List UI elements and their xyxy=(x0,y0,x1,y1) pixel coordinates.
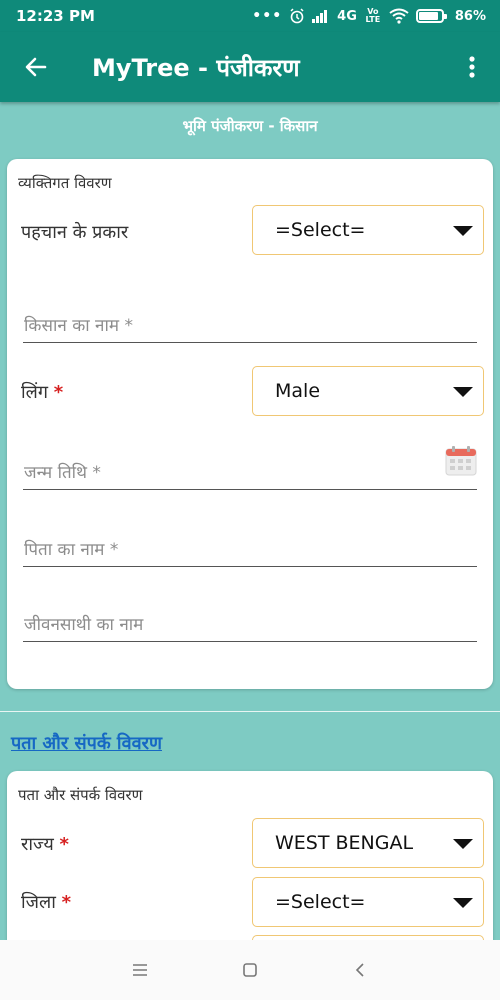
district-label: जिला * xyxy=(21,890,71,914)
back-button[interactable] xyxy=(0,32,72,102)
gender-label-text: लिंग xyxy=(21,382,48,403)
district-label-text: जिला xyxy=(21,892,56,913)
id-type-label: पहचान के प्रकार xyxy=(21,222,129,243)
calendar-icon[interactable] xyxy=(445,446,477,476)
caret-down-icon xyxy=(453,839,473,849)
section-divider xyxy=(0,711,500,712)
app-title: MyTree - पंजीकरण xyxy=(92,53,300,82)
battery-level: 86% xyxy=(454,8,486,24)
overflow-menu-button[interactable] xyxy=(444,32,500,102)
status-time: 12:23 PM xyxy=(16,7,95,25)
caret-down-icon xyxy=(453,387,473,397)
address-details-heading: पता और संपर्क विवरण xyxy=(18,786,143,804)
spouse-name-placeholder: जीवनसाथी का नाम xyxy=(24,615,144,635)
app-bar: MyTree - पंजीकरण xyxy=(0,32,500,102)
battery-icon xyxy=(415,9,447,23)
recents-button[interactable] xyxy=(125,955,155,985)
back-nav-button[interactable] xyxy=(345,955,375,985)
home-button[interactable] xyxy=(235,955,265,985)
arrow-left-icon xyxy=(25,57,47,77)
gender-select[interactable]: Male xyxy=(252,366,484,416)
farmer-name-placeholder: किसान का नाम * xyxy=(24,316,133,336)
signal-icon xyxy=(312,10,328,23)
caret-down-icon xyxy=(453,226,473,236)
status-bar: 12:23 PM ••• 4G Vo LTE 86% xyxy=(0,0,500,32)
father-name-placeholder: पिता का नाम * xyxy=(24,540,119,560)
menu-lines-icon xyxy=(133,964,147,976)
personal-details-card: व्यक्तिगत विवरण पहचान के प्रकार =Select=… xyxy=(7,159,493,689)
id-type-selected-value: =Select= xyxy=(275,219,366,241)
address-contact-link[interactable]: पता और संपर्क विवरण xyxy=(11,731,162,755)
required-marker: * xyxy=(61,892,72,913)
spouse-name-field[interactable]: जीवनसाथी का नाम xyxy=(23,602,477,642)
state-select[interactable]: WEST BENGAL xyxy=(252,818,484,868)
state-selected-value: WEST BENGAL xyxy=(275,832,414,854)
alarm-icon xyxy=(290,8,304,24)
more-vertical-icon xyxy=(469,56,475,78)
square-icon xyxy=(243,963,257,977)
chevron-left-icon xyxy=(355,963,364,977)
required-marker: * xyxy=(59,834,69,855)
required-marker: * xyxy=(53,382,64,403)
dob-field[interactable]: जन्म तिथि * xyxy=(23,446,477,490)
id-type-select[interactable]: =Select= xyxy=(252,205,484,255)
status-icons: ••• 4G Vo LTE 86% xyxy=(252,7,486,25)
state-label-text: राज्य xyxy=(21,834,54,855)
notification-dots: ••• xyxy=(252,8,283,24)
gender-label: लिंग * xyxy=(21,380,63,404)
farmer-name-field[interactable]: किसान का नाम * xyxy=(23,303,477,343)
system-navigation-bar xyxy=(0,940,500,1000)
dob-placeholder: जन्म तिथि * xyxy=(24,463,101,483)
district-selected-value: =Select= xyxy=(275,891,366,913)
volte-badge: Vo LTE xyxy=(365,7,381,24)
network-type: 4G xyxy=(337,8,357,24)
state-label: राज्य * xyxy=(21,832,69,856)
wifi-icon xyxy=(389,8,409,24)
personal-details-heading: व्यक्तिगत विवरण xyxy=(18,174,112,192)
father-name-field[interactable]: पिता का नाम * xyxy=(23,527,477,567)
district-select[interactable]: =Select= xyxy=(252,877,484,927)
page-section-title: भूमि पंजीकरण - किसान xyxy=(182,117,318,135)
caret-down-icon xyxy=(453,898,473,908)
gender-selected-value: Male xyxy=(275,380,321,402)
